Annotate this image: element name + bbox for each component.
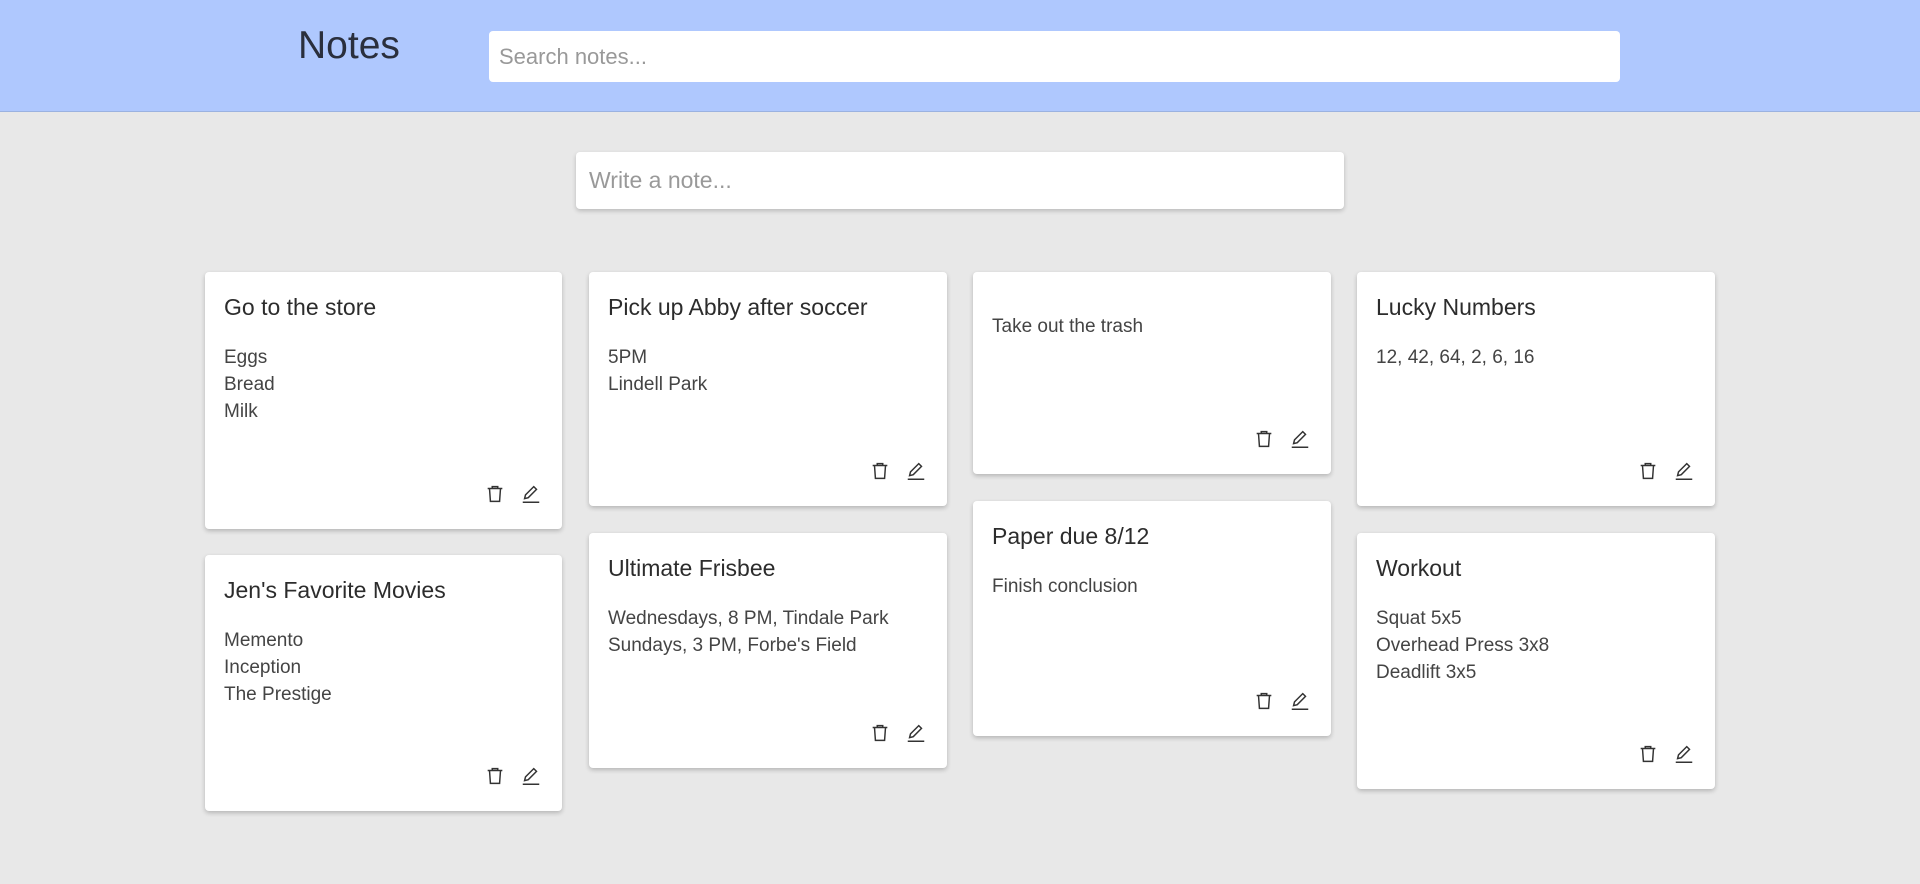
note-card[interactable]: Take out the trash [973, 272, 1331, 474]
note-card[interactable]: Workout Squat 5x5 Overhead Press 3x8 Dea… [1357, 533, 1715, 789]
app-title: Notes [298, 24, 400, 67]
note-line: 12, 42, 64, 2, 6, 16 [1376, 347, 1535, 368]
trash-icon[interactable] [1251, 688, 1277, 714]
note-line: Lindell Park [608, 374, 708, 395]
note-title: Lucky Numbers [1376, 294, 1536, 320]
note-title: Pick up Abby after soccer [608, 294, 868, 320]
note-line: The Prestige [224, 684, 332, 705]
note-line: Inception [224, 657, 302, 678]
note-actions [867, 458, 929, 484]
note-actions [867, 720, 929, 746]
note-body: Eggs Bread Milk [224, 344, 275, 425]
header-bar: Notes [0, 0, 1920, 112]
trash-icon[interactable] [1635, 741, 1661, 767]
note-card[interactable]: Paper due 8/12 Finish conclusion [973, 501, 1331, 736]
note-line: Squat 5x5 [1376, 608, 1462, 629]
note-card[interactable]: Jen's Favorite Movies Memento Inception … [205, 555, 562, 811]
note-line: Take out the trash [992, 316, 1144, 337]
note-title: Workout [1376, 555, 1462, 581]
note-title: Ultimate Frisbee [608, 555, 776, 581]
pencil-icon[interactable] [903, 720, 929, 746]
note-line: Wednesdays, 8 PM, Tindale Park [608, 608, 889, 629]
note-body: 12, 42, 64, 2, 6, 16 [1376, 344, 1534, 371]
trash-icon[interactable] [482, 481, 508, 507]
note-line: Bread [224, 374, 275, 395]
note-body: Finish conclusion [992, 573, 1138, 600]
note-title: Jen's Favorite Movies [224, 577, 446, 603]
note-body: Memento Inception The Prestige [224, 627, 332, 708]
note-line: Sundays, 3 PM, Forbe's Field [608, 635, 857, 656]
note-line: Eggs [224, 347, 268, 368]
note-title: Go to the store [224, 294, 377, 320]
note-actions [1251, 426, 1313, 452]
note-card[interactable]: Lucky Numbers 12, 42, 64, 2, 6, 16 [1357, 272, 1715, 506]
note-body: Wednesdays, 8 PM, Tindale Park Sundays, … [608, 605, 889, 659]
note-actions [482, 481, 544, 507]
trash-icon[interactable] [1635, 458, 1661, 484]
pencil-icon[interactable] [1287, 688, 1313, 714]
pencil-icon[interactable] [1671, 741, 1697, 767]
pencil-icon[interactable] [1671, 458, 1697, 484]
note-actions [1635, 458, 1697, 484]
pencil-icon[interactable] [903, 458, 929, 484]
pencil-icon[interactable] [518, 481, 544, 507]
trash-icon[interactable] [1251, 426, 1277, 452]
note-card[interactable]: Go to the store Eggs Bread Milk [205, 272, 562, 529]
search-input[interactable] [489, 31, 1620, 82]
note-line: 5PM [608, 347, 648, 368]
note-body: Squat 5x5 Overhead Press 3x8 Deadlift 3x… [1376, 605, 1549, 686]
trash-icon[interactable] [867, 720, 893, 746]
note-line: Milk [224, 401, 258, 422]
note-card[interactable]: Pick up Abby after soccer 5PM Lindell Pa… [589, 272, 947, 506]
note-body: 5PM Lindell Park [608, 344, 707, 398]
trash-icon[interactable] [867, 458, 893, 484]
note-actions [1251, 688, 1313, 714]
note-card[interactable]: Ultimate Frisbee Wednesdays, 8 PM, Tinda… [589, 533, 947, 768]
note-line: Finish conclusion [992, 576, 1138, 597]
pencil-icon[interactable] [518, 763, 544, 789]
note-line: Overhead Press 3x8 [1376, 635, 1550, 656]
pencil-icon[interactable] [1287, 426, 1313, 452]
note-line: Deadlift 3x5 [1376, 662, 1477, 683]
note-actions [1635, 741, 1697, 767]
trash-icon[interactable] [482, 763, 508, 789]
note-title: Paper due 8/12 [992, 523, 1150, 549]
note-line: Memento [224, 630, 304, 651]
compose-note-input[interactable] [576, 152, 1344, 209]
note-actions [482, 763, 544, 789]
note-body: Take out the trash [992, 313, 1143, 340]
